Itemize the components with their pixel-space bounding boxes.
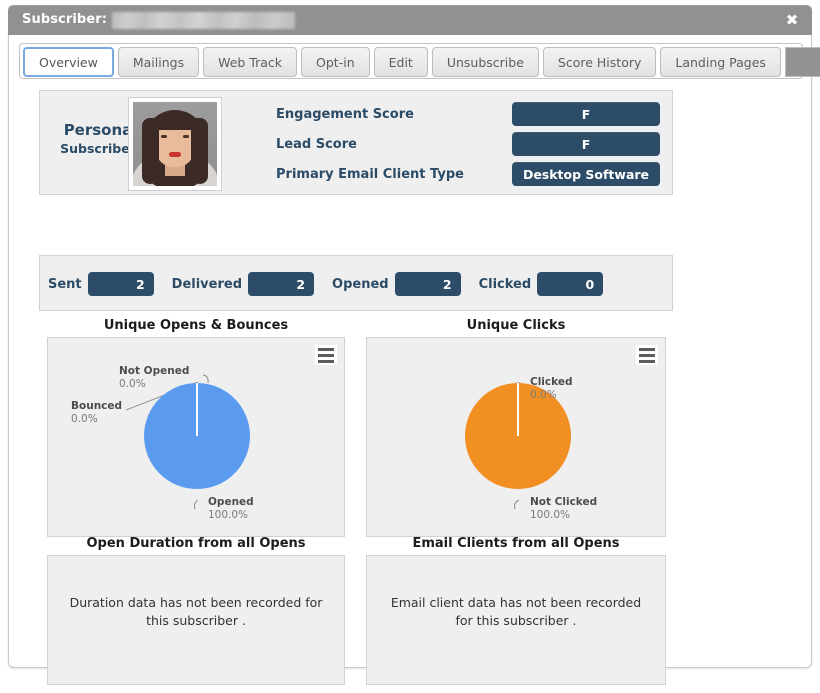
pie-label-not-opened: Not Opened 0.0% bbox=[119, 365, 190, 390]
stat-value-sent: 2 bbox=[87, 272, 154, 296]
stats-panel: Sent 2 Delivered 2 Opened 2 Clicked 0 bbox=[39, 255, 673, 311]
score-label-email-client: Primary Email Client Type bbox=[276, 166, 464, 182]
score-row-email-client: Primary Email Client Type Desktop Softwa… bbox=[276, 159, 666, 189]
tab-strip: Overview Mailings Web Track Opt-in Edit … bbox=[19, 43, 820, 79]
tab-overview[interactable]: Overview bbox=[23, 47, 114, 77]
pie-label-clicked: Clicked 0.0% bbox=[530, 376, 573, 401]
pie-label-not-clicked: Not Clicked 100.0% bbox=[530, 496, 598, 521]
score-label-lead: Lead Score bbox=[276, 136, 357, 152]
score-value-email-client: Desktop Software bbox=[512, 162, 660, 186]
section-title-open-duration: Open Duration from all Opens bbox=[86, 536, 306, 551]
window-titlebar: Subscriber: ✖ bbox=[8, 5, 812, 35]
section-title-email-clients: Email Clients from all Opens bbox=[412, 536, 620, 551]
tab-web-track[interactable]: Web Track bbox=[203, 47, 298, 77]
score-row-engagement: Engagement Score F bbox=[276, 99, 666, 129]
stat-label-delivered: Delivered bbox=[171, 276, 243, 292]
stat-delivered: Delivered 2 bbox=[171, 272, 315, 296]
panel-email-clients: Email client data has not been recorded … bbox=[366, 555, 666, 685]
stat-sent: Sent 2 bbox=[48, 272, 154, 296]
chart-title-opens: Unique Opens & Bounces bbox=[103, 318, 289, 333]
tab-opt-in[interactable]: Opt-in bbox=[301, 47, 370, 77]
pie-label-bounced: Bounced 0.0% bbox=[71, 400, 123, 425]
avatar bbox=[128, 97, 222, 191]
score-value-lead: F bbox=[512, 132, 660, 156]
tab-edit[interactable]: Edit bbox=[373, 47, 428, 77]
stat-value-delivered: 2 bbox=[248, 272, 315, 296]
tab-unsubscribe[interactable]: Unsubscribe bbox=[431, 47, 539, 77]
subscriber-email-redacted bbox=[112, 12, 295, 29]
persona-panel: Persona Subscriber Engagement Score F Le… bbox=[39, 90, 673, 195]
open-duration-message: Duration data has not been recorded for … bbox=[69, 595, 323, 628]
stat-label-opened: Opened bbox=[332, 276, 389, 292]
window-title: Subscriber: bbox=[22, 12, 108, 27]
tab-strip-filler bbox=[784, 47, 820, 77]
score-row-lead: Lead Score F bbox=[276, 129, 666, 159]
stat-value-opened: 2 bbox=[394, 272, 461, 296]
avatar-image bbox=[133, 102, 217, 186]
email-clients-message: Email client data has not been recorded … bbox=[390, 595, 642, 628]
stat-value-clicked: 0 bbox=[537, 272, 604, 296]
score-label-engagement: Engagement Score bbox=[276, 106, 414, 122]
tab-score-history[interactable]: Score History bbox=[542, 47, 657, 77]
stat-clicked: Clicked 0 bbox=[479, 272, 604, 296]
chart-opens-bounces: Not Opened 0.0% Bounced 0.0% Opened 100.… bbox=[47, 337, 345, 537]
tab-mailings[interactable]: Mailings bbox=[117, 47, 200, 77]
stat-label-sent: Sent bbox=[48, 276, 82, 292]
pie-label-opened: Opened 100.0% bbox=[208, 496, 254, 521]
panel-open-duration: Duration data has not been recorded for … bbox=[47, 555, 345, 685]
score-list: Engagement Score F Lead Score F Primary … bbox=[276, 99, 666, 189]
tab-landing-pages[interactable]: Landing Pages bbox=[660, 47, 781, 77]
chart-title-clicks: Unique Clicks bbox=[466, 318, 566, 333]
stat-label-clicked: Clicked bbox=[478, 276, 532, 292]
stats-list: Sent 2 Delivered 2 Opened 2 Clicked 0 bbox=[48, 256, 621, 312]
score-value-engagement: F bbox=[512, 102, 660, 126]
window-body: Overview Mailings Web Track Opt-in Edit … bbox=[8, 35, 820, 685]
stat-opened: Opened 2 bbox=[332, 272, 461, 296]
chart-unique-clicks: Clicked 0.0% Not Clicked 100.0% bbox=[366, 337, 666, 537]
close-icon[interactable]: ✖ bbox=[782, 10, 802, 30]
pie-opens bbox=[144, 383, 250, 489]
tab-list: Overview Mailings Web Track Opt-in Edit … bbox=[23, 47, 820, 77]
